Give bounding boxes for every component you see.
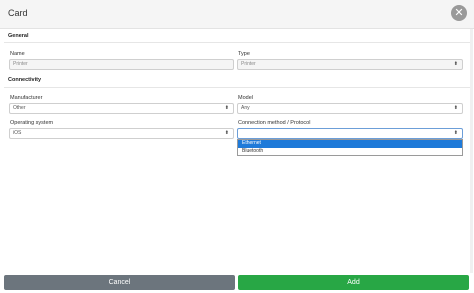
close-icon: ✕	[454, 7, 464, 19]
type-label: Type	[238, 51, 250, 57]
name-placeholder: Printer	[13, 61, 28, 67]
select-arrow-icon: ⬍	[453, 61, 458, 67]
divider	[4, 42, 470, 43]
select-arrow-icon: ⬍	[453, 130, 458, 136]
select-arrow-icon: ⬍	[453, 105, 458, 111]
manufacturer-label: Manufacturer	[10, 95, 43, 101]
os-select[interactable]: iOS ⬍	[9, 128, 234, 139]
section-connectivity: Connectivity	[8, 77, 42, 83]
section-general: General	[8, 33, 29, 39]
manufacturer-select[interactable]: Other ⬍	[9, 103, 234, 114]
select-arrow-icon: ⬍	[224, 105, 229, 111]
select-arrow-icon: ⬍	[224, 130, 229, 136]
scrollbar[interactable]	[470, 29, 473, 273]
close-button[interactable]: ✕	[451, 5, 467, 21]
add-button[interactable]: Add	[238, 275, 469, 290]
modal-title: Card	[8, 8, 28, 18]
type-value: Printer	[241, 61, 256, 67]
cancel-button[interactable]: Cancel	[4, 275, 235, 290]
model-select[interactable]: Any ⬍	[237, 103, 463, 114]
name-input[interactable]: Printer	[9, 59, 234, 70]
model-value: Any	[241, 105, 250, 111]
type-select[interactable]: Printer ⬍	[237, 59, 463, 70]
option-bluetooth[interactable]: Bluetooth	[238, 148, 462, 156]
model-label: Model	[238, 95, 253, 101]
os-label: Operating system	[10, 120, 54, 126]
connection-select[interactable]: ⬍	[237, 128, 463, 139]
modal-header: Card ✕	[0, 0, 474, 29]
connection-label: Connection method / Protocol	[238, 120, 311, 126]
option-ethernet[interactable]: Ethernet	[238, 140, 462, 148]
name-label: Name	[10, 51, 25, 57]
manufacturer-value: Other	[13, 105, 26, 111]
os-value: iOS	[13, 130, 22, 136]
connection-dropdown: Ethernet Bluetooth	[237, 139, 463, 156]
divider	[4, 87, 470, 88]
